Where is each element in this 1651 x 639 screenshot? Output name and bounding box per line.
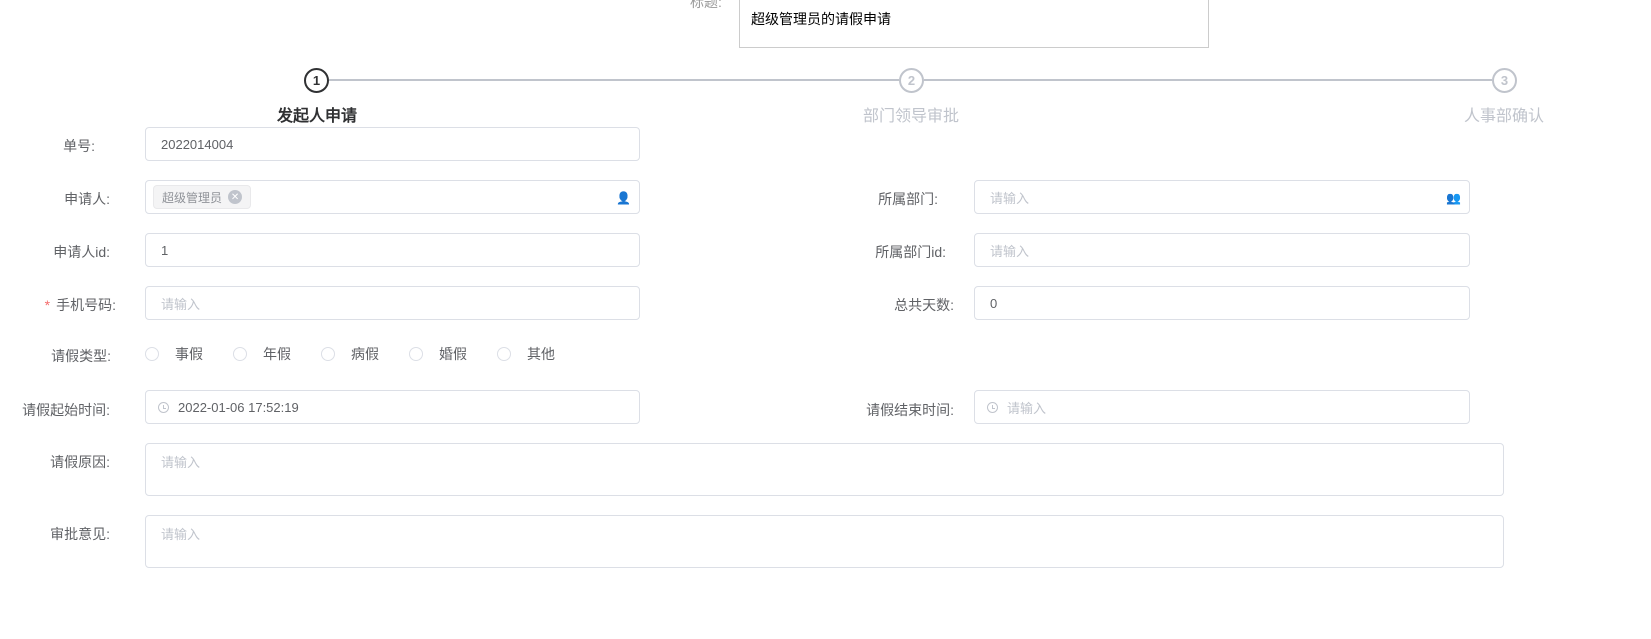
reason-label: 请假原因:	[50, 454, 110, 470]
opinion-textarea[interactable]: 请输入	[145, 515, 1504, 568]
clock-icon	[987, 401, 998, 413]
department-id-input[interactable]: 请输入	[974, 233, 1470, 267]
title-label: 标题:	[690, 0, 722, 10]
radio-sick[interactable]: 病假	[321, 344, 379, 364]
phone-label-text: 手机号码:	[56, 297, 116, 313]
users-icon: 👥	[1446, 191, 1461, 205]
total-days-label: 总共天数:	[894, 297, 954, 313]
step-connector	[329, 79, 899, 81]
step-connector	[924, 79, 1492, 81]
department-id-placeholder: 请输入	[990, 243, 1030, 259]
start-time-picker[interactable]: 2022-01-06 17:52:19	[145, 390, 640, 424]
radio-marriage[interactable]: 婚假	[409, 344, 467, 364]
step-2-title: 部门领导审批	[862, 108, 960, 125]
department-label: 所属部门:	[878, 191, 938, 207]
user-icon: 👤	[616, 191, 631, 205]
close-icon[interactable]: ✕	[228, 190, 243, 204]
step-1-icon: 1	[304, 68, 329, 93]
end-time-picker[interactable]: 请输入	[974, 390, 1470, 424]
clock-icon	[158, 401, 169, 413]
step-1-title: 发起人申请	[276, 108, 358, 125]
reason-textarea[interactable]: 请输入	[145, 443, 1504, 496]
phone-placeholder: 请输入	[161, 296, 201, 312]
start-time-value: 2022-01-06 17:52:19	[178, 399, 299, 415]
applicant-tag: 超级管理员 ✕	[153, 185, 252, 209]
department-placeholder: 请输入	[990, 190, 1030, 206]
title-input[interactable]: 超级管理员的请假申请	[739, 0, 1209, 48]
applicant-id-label: 申请人id:	[53, 244, 110, 260]
radio-annual[interactable]: 年假	[233, 344, 291, 364]
applicant-label: 申请人:	[64, 191, 110, 207]
order-no-label: 单号:	[63, 138, 95, 154]
phone-input[interactable]: 请输入	[145, 286, 640, 320]
end-time-placeholder: 请输入	[1007, 400, 1047, 416]
required-mark: *	[44, 297, 51, 313]
phone-label: * 手机号码:	[0, 295, 116, 315]
step-3-title: 人事部确认	[1463, 108, 1545, 125]
order-no-input[interactable]: 2022014004	[145, 127, 640, 161]
applicant-select[interactable]: 超级管理员 ✕ 👤	[145, 180, 640, 214]
radio-other[interactable]: 其他	[497, 344, 555, 364]
step-2-icon: 2	[899, 68, 924, 93]
start-time-label: 请假起始时间:	[22, 402, 110, 418]
leave-type-radio-group: 事假 年假 病假 婚假 其他	[145, 344, 585, 364]
applicant-id-input[interactable]: 1	[145, 233, 640, 267]
department-id-label: 所属部门id:	[875, 244, 946, 260]
opinion-label: 审批意见:	[50, 526, 110, 542]
radio-personal[interactable]: 事假	[145, 344, 203, 364]
total-days-input[interactable]: 0	[974, 286, 1470, 320]
step-3-icon: 3	[1492, 68, 1517, 93]
end-time-label: 请假结束时间:	[866, 402, 954, 418]
applicant-tag-label: 超级管理员	[162, 190, 223, 205]
department-select[interactable]: 请输入 👥	[974, 180, 1470, 214]
leave-type-label: 请假类型:	[51, 348, 111, 364]
